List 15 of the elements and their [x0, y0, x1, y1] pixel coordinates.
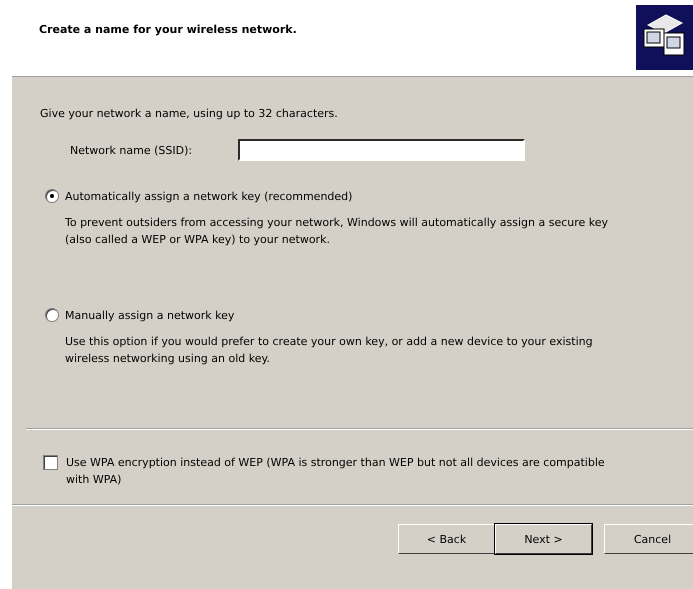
- wizard-button[interactable]: Cancel: [604, 524, 693, 554]
- option-description: To prevent outsiders from accessing your network, Windows will automatically assign a secure key (also called a WEP or WPA key) to your network.: [65, 215, 610, 248]
- option-description: Use this option if you would prefer to create your own key, or add a new device to your existing wireless networking using an old key.: [65, 334, 594, 367]
- radio-label[interactable]: Manually assign a network key: [65, 308, 234, 322]
- wizard-title: Create a name for your wireless network.: [39, 23, 297, 36]
- instruction-text: Give your network a name, using up to 32 characters.: [40, 106, 339, 122]
- checkbox-label[interactable]: Use WPA encryption instead of WEP (WPA is stronger than WEP but not all devices are compatible with WPA): [66, 454, 626, 488]
- wizard-button[interactable]: Next >: [495, 524, 592, 554]
- radio-button[interactable]: [45, 189, 59, 203]
- ssid-label: Network name (SSID):: [70, 144, 194, 156]
- radio-button[interactable]: [45, 308, 59, 322]
- radio-label[interactable]: Automatically assign a network key (recommended): [65, 190, 352, 202]
- checkbox[interactable]: [43, 455, 58, 470]
- wizard-button[interactable]: < Back: [398, 524, 495, 554]
- ssid-input-field[interactable]: [238, 139, 525, 161]
